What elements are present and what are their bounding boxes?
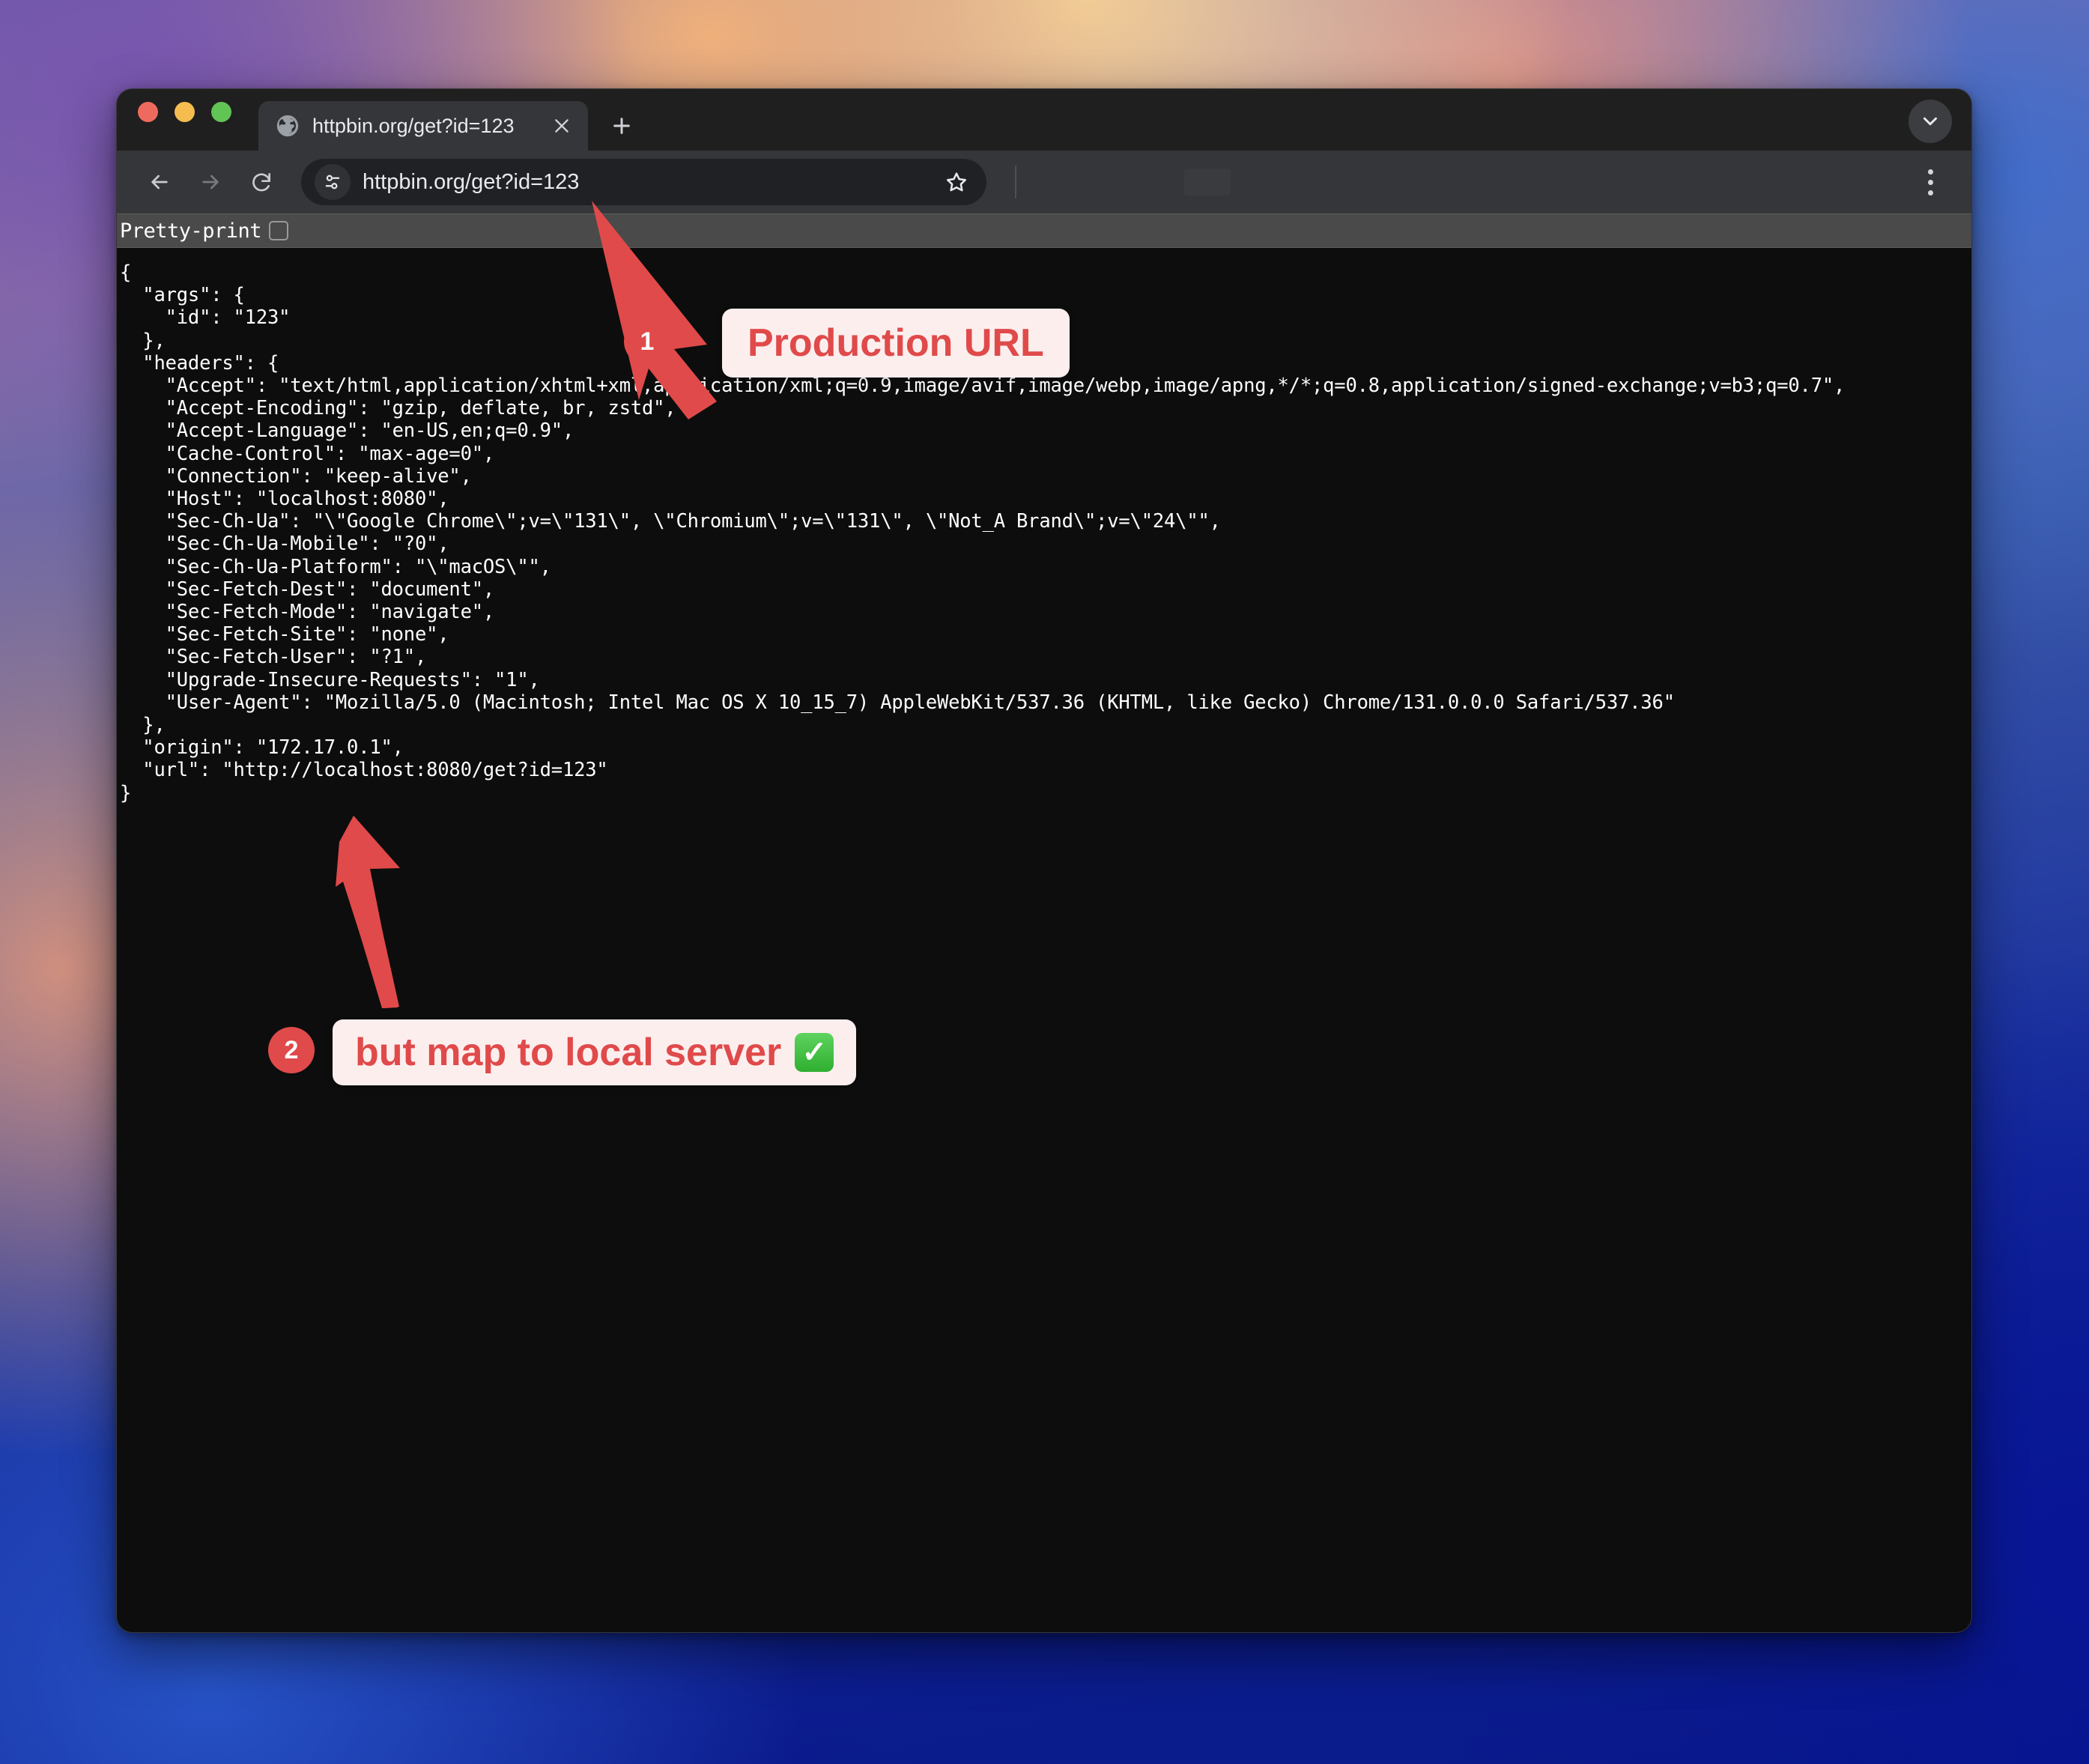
minimize-window-button[interactable]: [175, 102, 195, 122]
kebab-menu-icon[interactable]: [1908, 160, 1952, 204]
desktop-background: httpbin.org/get?id=123: [0, 0, 2089, 1764]
tab-title: httpbin.org/get?id=123: [312, 115, 537, 138]
tab-strip: httpbin.org/get?id=123: [117, 89, 1971, 151]
json-response-body: { "args": { "id": "123" }, "headers": { …: [117, 261, 1971, 804]
extension-placeholder[interactable]: [1184, 169, 1231, 196]
tune-icon[interactable]: [315, 164, 351, 200]
pretty-print-label: Pretty-print: [120, 219, 261, 243]
json-viewer: { "args": { "id": "123" }, "headers": { …: [117, 248, 1971, 1633]
star-icon[interactable]: [937, 163, 976, 201]
maximize-window-button[interactable]: [211, 102, 231, 122]
browser-window: httpbin.org/get?id=123: [116, 88, 1972, 1633]
new-tab-button[interactable]: [601, 106, 642, 146]
back-arrow-icon[interactable]: [136, 159, 183, 205]
url-text[interactable]: httpbin.org/get?id=123: [363, 170, 925, 195]
reload-icon[interactable]: [238, 159, 285, 205]
window-controls: [138, 89, 231, 151]
toolbar-divider: [1015, 166, 1016, 198]
close-window-button[interactable]: [138, 102, 158, 122]
chevron-down-icon[interactable]: [1908, 100, 1952, 143]
browser-toolbar: httpbin.org/get?id=123: [117, 151, 1971, 213]
close-tab-button[interactable]: [549, 113, 574, 139]
browser-tab[interactable]: httpbin.org/get?id=123: [258, 101, 588, 151]
address-bar[interactable]: httpbin.org/get?id=123: [301, 159, 986, 205]
globe-icon: [275, 113, 300, 139]
pretty-print-checkbox[interactable]: [269, 221, 288, 240]
forward-arrow-icon[interactable]: [187, 159, 234, 205]
pretty-print-bar: Pretty-print: [117, 213, 1971, 248]
